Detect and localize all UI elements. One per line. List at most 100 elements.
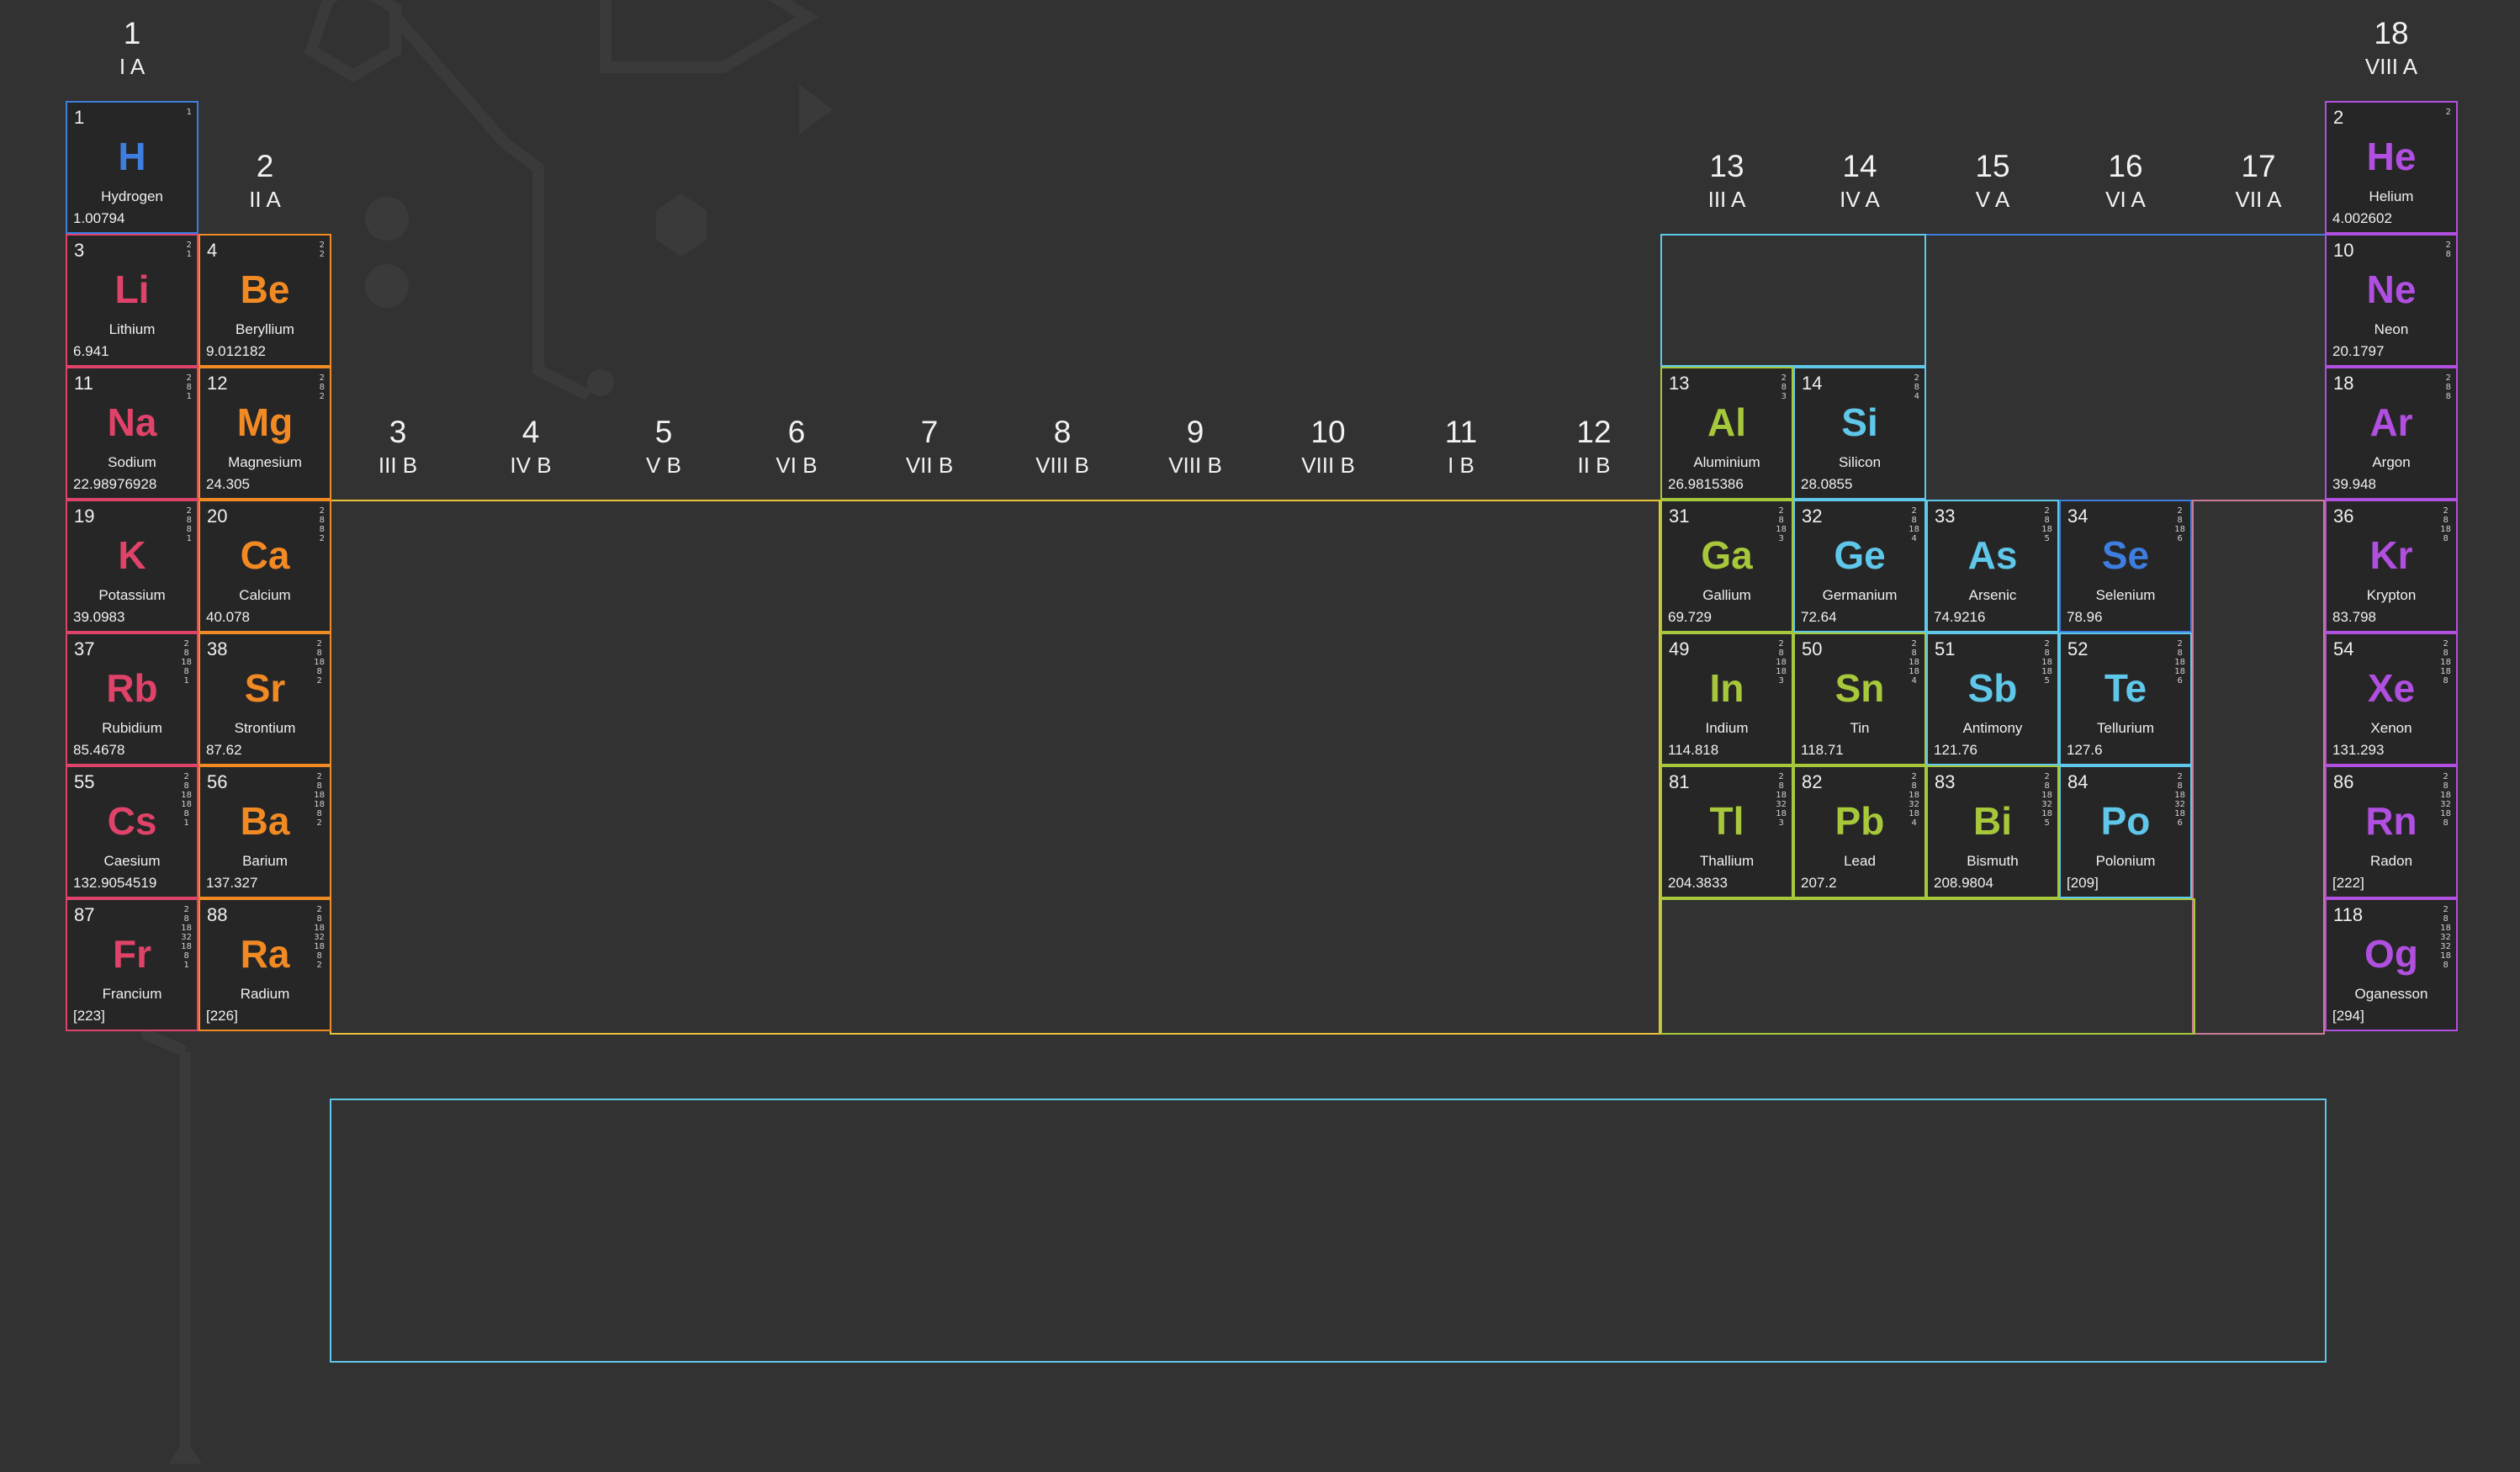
element-symbol: Og xyxy=(2364,932,2418,976)
element-cell-po[interactable]: 84 2 8 18 32 18 6 Po Polonium [209] xyxy=(2059,765,2192,898)
atomic-number: 86 xyxy=(2333,771,2354,792)
element-cell-al[interactable]: 13 2 8 3 Al Aluminium 26.9815386 xyxy=(1660,367,1793,500)
element-symbol: Xe xyxy=(2367,666,2416,710)
element-cell-si[interactable]: 14 2 8 4 Si Silicon 28.0855 xyxy=(1793,367,1926,500)
element-symbol: Mg xyxy=(236,400,294,444)
group-label-1: 1 I A xyxy=(66,17,199,80)
element-cell-sr[interactable]: 38 2 8 18 8 2 Sr Strontium 87.62 xyxy=(199,633,331,765)
element-cell-ga[interactable]: 31 2 8 18 3 Ga Gallium 69.729 xyxy=(1660,500,1793,633)
element-cell-te[interactable]: 52 2 8 18 18 6 Te Tellurium 127.6 xyxy=(2059,633,2192,765)
element-cell-tl[interactable]: 81 2 8 18 32 18 3 Tl Thallium 204.3833 xyxy=(1660,765,1793,898)
element-name: Selenium xyxy=(2095,587,2156,603)
atomic-mass: 137.327 xyxy=(206,875,258,891)
group-number: 7 xyxy=(920,415,939,449)
element-name: Radium xyxy=(240,986,290,1002)
atomic-number: 14 xyxy=(1802,373,1823,394)
atomic-number: 118 xyxy=(2333,904,2364,925)
atomic-number: 49 xyxy=(1669,638,1690,659)
element-cell-sb[interactable]: 51 2 8 18 18 5 Sb Antimony 121.76 xyxy=(1926,633,2059,765)
group-roman-numeral: III A xyxy=(1707,187,1746,212)
group-roman-numeral: IV A xyxy=(1840,187,1880,212)
element-name: Strontium xyxy=(234,720,296,736)
atomic-mass: 127.6 xyxy=(2067,742,2103,758)
element-symbol: Sn xyxy=(1834,666,1885,710)
atomic-mass: 72.64 xyxy=(1801,609,1837,625)
element-cell-rn[interactable]: 86 2 8 18 32 18 8 Rn Radon [222] xyxy=(2325,765,2458,898)
element-cell-ar[interactable]: 18 2 8 8 Ar Argon 39.948 xyxy=(2325,367,2458,500)
atomic-mass: 22.98976928 xyxy=(73,476,157,492)
element-cell-ra[interactable]: 88 2 8 18 32 18 8 2 Ra Radium [226] xyxy=(199,898,331,1031)
group-roman-numeral: I B xyxy=(1448,453,1474,478)
atomic-mass: 132.9054519 xyxy=(73,875,157,891)
element-symbol: Na xyxy=(107,400,157,444)
element-symbol: Ba xyxy=(240,799,290,843)
atomic-mass: 6.941 xyxy=(73,343,109,359)
p-block-top-line xyxy=(1926,234,2325,236)
element-cell-cs[interactable]: 55 2 8 18 18 8 1 Cs Caesium 132.9054519 xyxy=(66,765,199,898)
atomic-mass: 131.293 xyxy=(2332,742,2385,758)
f-block-outline xyxy=(330,1099,2327,1363)
atomic-mass: 207.2 xyxy=(1801,875,1837,891)
element-cell-be[interactable]: 4 2 2 Be Beryllium 9.012182 xyxy=(199,234,331,367)
atomic-number: 3 xyxy=(74,240,85,261)
atomic-number: 52 xyxy=(2067,638,2089,659)
group-number: 13 xyxy=(1709,149,1744,183)
element-symbol: Sr xyxy=(244,666,286,710)
element-name: Sodium xyxy=(108,454,156,470)
atomic-mass: 24.305 xyxy=(206,476,250,492)
electron-shells: 2 8 3 xyxy=(1781,373,1787,401)
element-cell-pb[interactable]: 82 2 8 18 32 18 4 Pb Lead 207.2 xyxy=(1793,765,1926,898)
element-symbol: Li xyxy=(114,267,150,311)
atomic-number: 4 xyxy=(207,240,218,261)
group-roman-numeral: VII A xyxy=(2235,187,2282,212)
element-symbol: Sb xyxy=(1967,666,2018,710)
element-symbol: Rn xyxy=(2365,799,2417,843)
atomic-number: 83 xyxy=(1935,771,1956,792)
atomic-mass: [226] xyxy=(206,1008,238,1024)
element-name: Thallium xyxy=(1699,853,1755,869)
element-cell-h[interactable]: 1 1 H Hydrogen 1.00794 xyxy=(66,101,199,234)
element-cell-in[interactable]: 49 2 8 18 18 3 In Indium 114.818 xyxy=(1660,633,1793,765)
element-cell-ba[interactable]: 56 2 8 18 18 8 2 Ba Barium 137.327 xyxy=(199,765,331,898)
element-cell-bi[interactable]: 83 2 8 18 32 18 5 Bi Bismuth 208.9804 xyxy=(1926,765,2059,898)
group-roman-numeral: IV B xyxy=(510,453,552,478)
element-symbol: Se xyxy=(2101,533,2150,577)
atomic-mass: 69.729 xyxy=(1668,609,1712,625)
group-number: 18 xyxy=(2374,16,2409,50)
element-cell-mg[interactable]: 12 2 8 2 Mg Magnesium 24.305 xyxy=(199,367,331,500)
element-cell-fr[interactable]: 87 2 8 18 32 18 8 1 Fr Francium [223] xyxy=(66,898,199,1031)
group-label-14: 14 IV A xyxy=(1793,150,1926,213)
periodic-table: 1 I A 2 II A 3 III B 4 IV B 5 V B 6 VI B… xyxy=(0,0,2520,1472)
atomic-mass: 85.4678 xyxy=(73,742,125,758)
element-cell-li[interactable]: 3 2 1 Li Lithium 6.941 xyxy=(66,234,199,367)
element-cell-xe[interactable]: 54 2 8 18 18 8 Xe Xenon 131.293 xyxy=(2325,633,2458,765)
halogen-column-outline xyxy=(2192,500,2325,1035)
atomic-mass: 118.71 xyxy=(1801,742,1844,758)
element-name: Aluminium xyxy=(1693,454,1760,470)
element-name: Polonium xyxy=(2095,853,2156,869)
element-cell-ge[interactable]: 32 2 8 18 4 Ge Germanium 72.64 xyxy=(1793,500,1926,633)
element-name: Rubidium xyxy=(102,720,162,736)
group-label-3: 3 III B xyxy=(331,416,464,479)
group-number: 8 xyxy=(1053,415,1072,449)
element-name: Magnesium xyxy=(228,454,302,470)
element-cell-kr[interactable]: 36 2 8 18 8 Kr Krypton 83.798 xyxy=(2325,500,2458,633)
element-cell-og[interactable]: 118 2 8 18 32 32 18 8 Og Oganesson [294] xyxy=(2325,898,2458,1031)
element-symbol: Cs xyxy=(107,799,157,843)
element-symbol: Fr xyxy=(113,932,151,976)
element-cell-k[interactable]: 19 2 8 8 1 K Potassium 39.0983 xyxy=(66,500,199,633)
element-cell-ca[interactable]: 20 2 8 8 2 Ca Calcium 40.078 xyxy=(199,500,331,633)
element-cell-rb[interactable]: 37 2 8 18 8 1 Rb Rubidium 85.4678 xyxy=(66,633,199,765)
group-number: 12 xyxy=(1576,415,1612,449)
element-cell-as[interactable]: 33 2 8 18 5 As Arsenic 74.9216 xyxy=(1926,500,2059,633)
electron-shells: 2 8 xyxy=(2445,241,2451,259)
element-cell-na[interactable]: 11 2 8 1 Na Sodium 22.98976928 xyxy=(66,367,199,500)
atomic-number: 19 xyxy=(74,506,95,527)
p-block-period2-outline xyxy=(1660,234,1926,367)
atomic-mass: 78.96 xyxy=(2067,609,2103,625)
element-cell-se[interactable]: 34 2 8 18 6 Se Selenium 78.96 xyxy=(2059,500,2192,633)
group-roman-numeral: VII B xyxy=(905,453,954,478)
element-cell-sn[interactable]: 50 2 8 18 18 4 Sn Tin 118.71 xyxy=(1793,633,1926,765)
element-cell-he[interactable]: 2 2 He Helium 4.002602 xyxy=(2325,101,2458,234)
element-cell-ne[interactable]: 10 2 8 Ne Neon 20.1797 xyxy=(2325,234,2458,367)
